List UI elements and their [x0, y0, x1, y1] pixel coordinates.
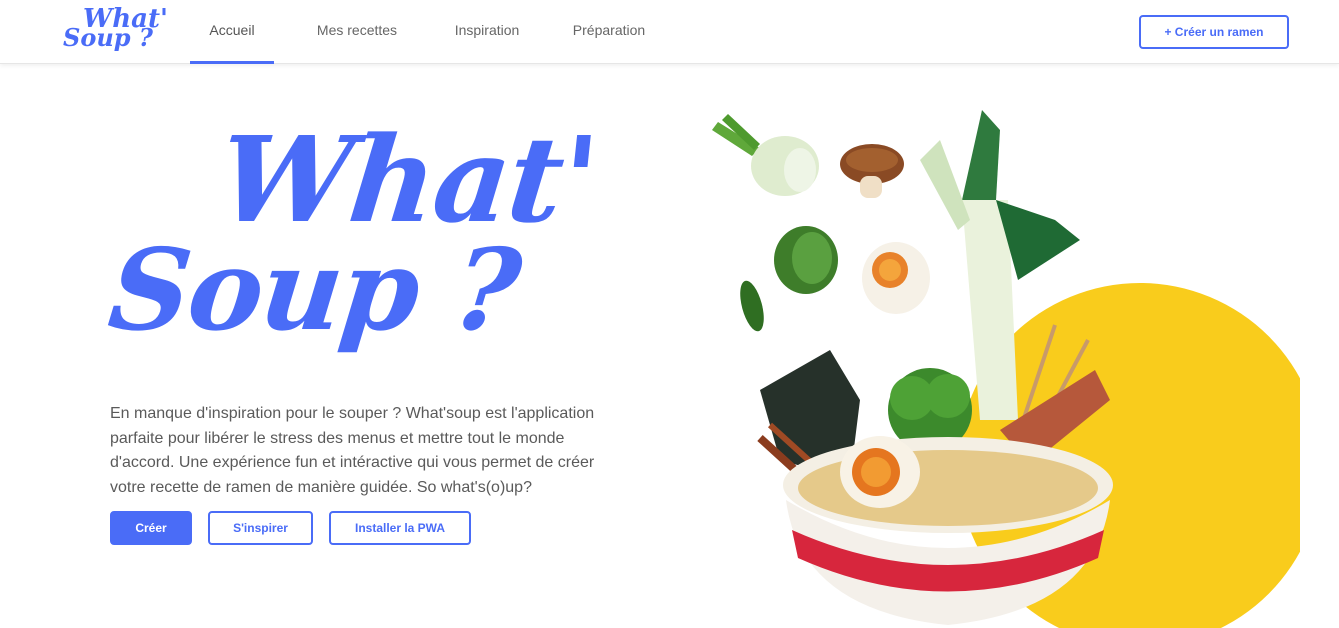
create-button[interactable]: Créer	[110, 511, 192, 545]
brand-logo[interactable]: What' Soup ?	[63, 6, 173, 58]
main-nav: Accueil Mes recettes Inspiration Prépara…	[190, 0, 664, 64]
ramen-bowl-illustration	[700, 100, 1322, 628]
top-header: What' Soup ? Accueil Mes recettes Inspir…	[0, 0, 1339, 64]
inspire-button[interactable]: S'inspirer	[208, 511, 313, 545]
nav-item-accueil[interactable]: Accueil	[190, 0, 274, 64]
logo-line-2: Soup ?	[63, 23, 153, 52]
hero-title-line-2: Soup ?	[103, 225, 525, 356]
nav-item-mes-recettes[interactable]: Mes recettes	[297, 0, 417, 64]
egg-icon	[862, 242, 930, 314]
create-ramen-button[interactable]: + Créer un ramen	[1139, 15, 1289, 49]
nav-item-inspiration[interactable]: Inspiration	[427, 0, 547, 64]
hero-description: En manque d'inspiration pour le souper ?…	[110, 405, 595, 496]
install-pwa-button[interactable]: Installer la PWA	[329, 511, 471, 545]
ramen-illustration-svg	[712, 110, 1322, 628]
hero-title: What' Soup ?	[100, 110, 640, 390]
onion-icon	[712, 114, 819, 196]
cabbage-leaf-icon	[774, 226, 838, 294]
small-leaf-icon	[740, 280, 764, 332]
nav-item-preparation[interactable]: Préparation	[554, 0, 664, 64]
mushroom-icon	[840, 144, 904, 198]
